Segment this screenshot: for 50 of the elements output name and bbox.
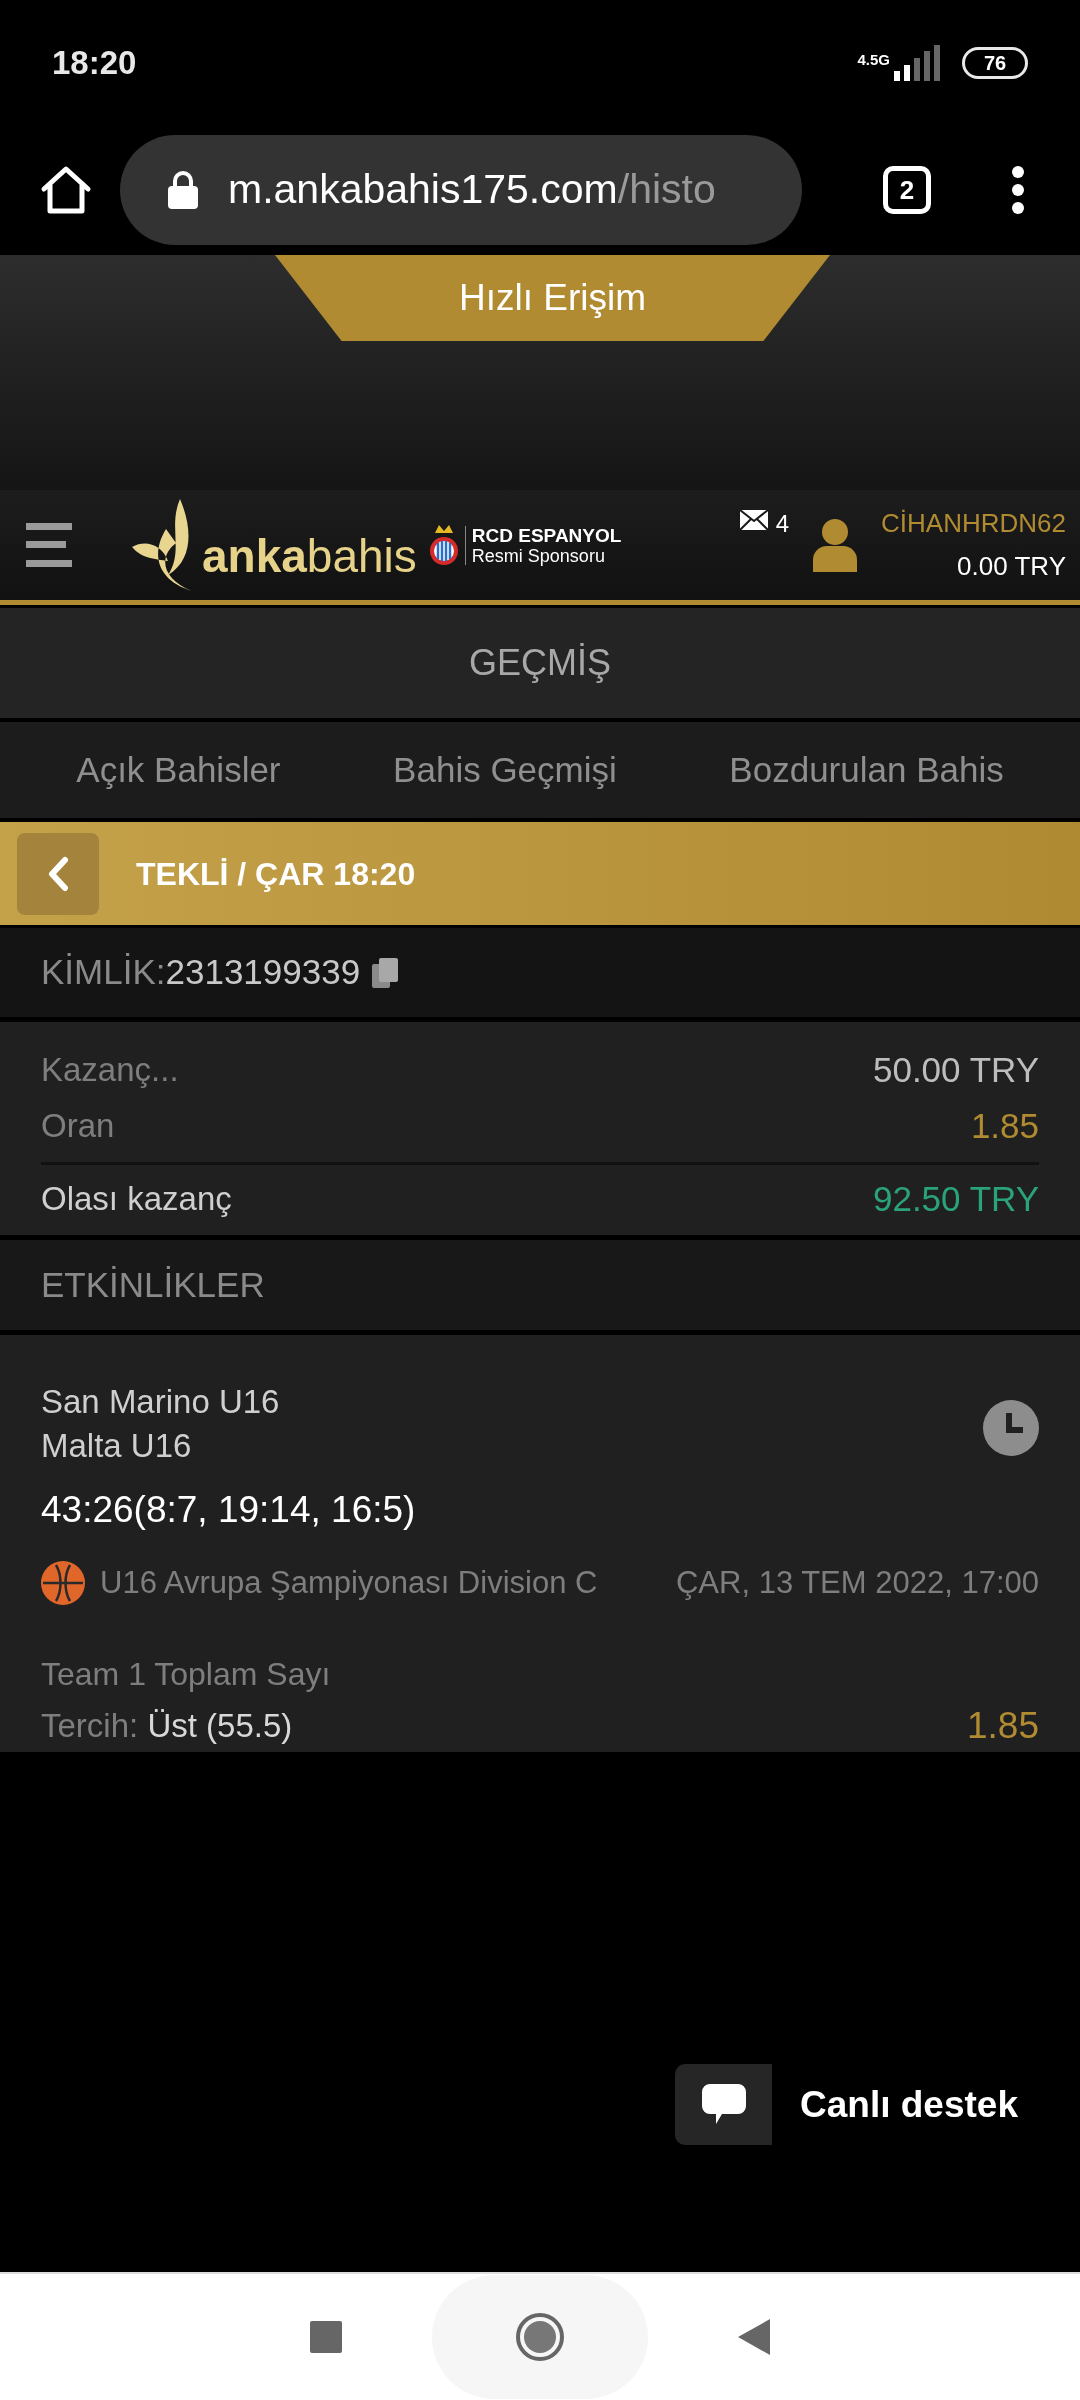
- summary-value: 92.50 TRY: [872, 1177, 1039, 1220]
- address-bar[interactable]: m.ankabahis175.com/histo: [120, 135, 802, 245]
- summary-label: Kazanç...: [41, 1050, 179, 1091]
- back-button[interactable]: [17, 832, 99, 915]
- balance: 0.00 TRY: [957, 550, 1066, 583]
- brand-logo: ankabahis: [202, 533, 417, 579]
- history-tab[interactable]: Bahis Geçmişi: [393, 743, 617, 797]
- battery-indicator: 76: [962, 46, 1028, 79]
- bet-id: KİMLİK:2313199339: [41, 951, 361, 994]
- network-type: 4.5G: [857, 51, 890, 67]
- history-tab[interactable]: Açık Bahisler: [76, 743, 281, 797]
- back-nav-button[interactable]: [738, 2319, 770, 2355]
- copy-icon[interactable]: [372, 957, 399, 988]
- section-title: ETKİNLİKLER: [41, 1263, 265, 1306]
- home-icon[interactable]: [40, 165, 92, 215]
- page-title: GEÇMİŞ: [469, 641, 611, 685]
- message-count: 4: [775, 509, 790, 539]
- match-score: 43:26(8:7, 19:14, 16:5): [41, 1488, 417, 1532]
- bet-header-title: TEKLİ / ÇAR 18:20: [136, 854, 416, 894]
- event-date: ÇAR, 13 TEM 2022, 17:00: [675, 1563, 1039, 1602]
- status-time: 18:20: [52, 42, 137, 83]
- chat-bubble-icon: [701, 2083, 746, 2126]
- basketball-icon: [41, 1560, 85, 1605]
- tab-switcher-button[interactable]: 2: [883, 166, 931, 214]
- league-name: U16 Avrupa Şampiyonası Division C: [100, 1563, 598, 1602]
- club-crest-icon: [428, 523, 459, 567]
- mail-icon[interactable]: [739, 510, 768, 530]
- lock-icon: [168, 171, 198, 209]
- clock-icon: [983, 1400, 1039, 1456]
- signal-icon: [894, 44, 940, 81]
- summary-value: 1.85: [970, 1104, 1039, 1147]
- home-circle-icon: [515, 2312, 565, 2362]
- sponsor-role: Resmi Sponsoru: [471, 546, 606, 565]
- quick-access-tab[interactable]: Hızlı Erişim: [275, 255, 830, 341]
- live-support-button[interactable]: Canlı destek: [675, 2064, 1018, 2145]
- menu-icon[interactable]: [26, 523, 72, 567]
- summary-value: 50.00 TRY: [872, 1048, 1039, 1091]
- away-team: Malta U16: [41, 1426, 193, 1466]
- pick: Tercih: Üst (55.5): [41, 1706, 293, 1746]
- sponsor-name: RCD ESPANYOL: [471, 525, 622, 545]
- odds-value: 1.85: [967, 1704, 1039, 1748]
- home-team: San Marino U16: [41, 1382, 280, 1422]
- username[interactable]: CİHANHRDN62: [881, 504, 1066, 543]
- history-tab[interactable]: Bozdurulan Bahis: [729, 743, 1004, 797]
- chevron-left-icon: [47, 855, 69, 892]
- summary-label: Olası kazanç: [41, 1179, 232, 1220]
- summary-label: Oran: [41, 1106, 115, 1147]
- market-name: Team 1 Toplam Sayı: [41, 1655, 332, 1694]
- user-icon[interactable]: [813, 518, 858, 572]
- more-menu-icon[interactable]: [1012, 166, 1024, 214]
